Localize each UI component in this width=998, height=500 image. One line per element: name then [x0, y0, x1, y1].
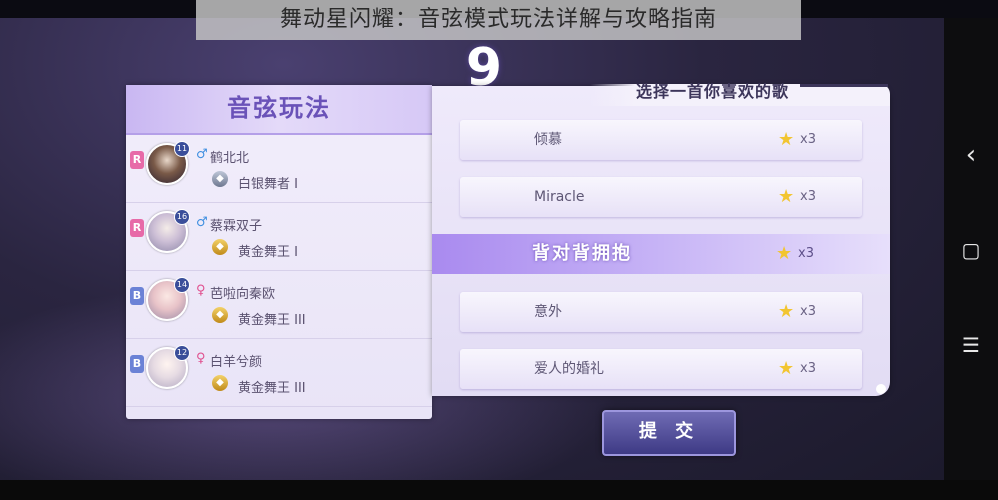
level-badge: 14 — [174, 277, 190, 293]
song-name: Miracle — [534, 189, 585, 205]
level-badge: 16 — [174, 209, 190, 225]
players-panel: 音弦玩法 R 11 ♂ 鹤北北 ◆ 白银舞者 I R 16 ♂ 蔡霖双子 ◆ 黄… — [126, 85, 432, 419]
level-badge: 11 — [174, 141, 190, 157]
submit-button[interactable]: 提 交 — [602, 410, 736, 456]
player-name: 白羊兮颜 — [210, 355, 263, 370]
star-icon: ★ — [778, 186, 795, 207]
star-multiplier: x3 — [798, 246, 814, 261]
star-icon: ★ — [776, 243, 793, 264]
player-name: 鹤北北 — [210, 151, 250, 166]
star-multiplier: x3 — [800, 361, 816, 376]
male-icon: ♂ — [196, 215, 208, 230]
home-icon[interactable]: ▢ — [944, 238, 998, 262]
gold-rank-icon: ◆ — [212, 239, 228, 255]
player-name: 蔡霖双子 — [210, 219, 263, 234]
song-option[interactable]: 倾慕 ★ x3 — [460, 120, 862, 160]
bottom-bezel — [0, 480, 998, 500]
team-badge: R — [130, 219, 144, 237]
menu-icon[interactable]: ☰ — [944, 333, 998, 357]
star-icon: ★ — [778, 129, 795, 150]
song-option[interactable]: Miracle ★ x3 — [460, 177, 862, 217]
star-icon: ★ — [778, 301, 795, 322]
song-option[interactable]: 爱人的婚礼 ★ x3 — [460, 349, 862, 389]
song-name: 背对背拥抱 — [532, 243, 632, 264]
song-name: 爱人的婚礼 — [534, 361, 604, 377]
female-icon: ♀ — [196, 283, 206, 298]
system-nav-bar: ‹ ▢ ☰ — [944, 18, 998, 480]
star-multiplier: x3 — [800, 132, 816, 147]
star-icon: ★ — [778, 358, 795, 379]
song-name: 意外 — [534, 304, 562, 320]
player-rank: 黄金舞王 III — [238, 313, 306, 328]
male-icon: ♂ — [196, 147, 208, 162]
silver-rank-icon: ◆ — [212, 171, 228, 187]
mode-title: 音弦玩法 — [126, 85, 432, 135]
scroll-indicator[interactable] — [876, 384, 886, 394]
level-badge: 12 — [174, 345, 190, 361]
song-option-selected[interactable]: 背对背拥抱 ★ x3 — [432, 234, 890, 274]
player-row[interactable]: B 14 ♀ 芭啦向秦欧 ◆ 黄金舞王 III — [126, 271, 432, 339]
caption-banner: 舞动星闪耀：音弦模式玩法详解与攻略指南 — [196, 0, 801, 40]
gold-rank-icon: ◆ — [212, 307, 228, 323]
player-row[interactable]: B 12 ♀ 白羊兮颜 ◆ 黄金舞王 III — [126, 339, 432, 407]
female-icon: ♀ — [196, 351, 206, 366]
player-name: 芭啦向秦欧 — [210, 287, 276, 302]
player-rank: 黄金舞王 III — [238, 381, 306, 396]
song-option[interactable]: 意外 ★ x3 — [460, 292, 862, 332]
team-badge: R — [130, 151, 144, 169]
player-rank: 白银舞者 I — [238, 177, 298, 192]
song-name: 倾慕 — [534, 132, 562, 148]
gold-rank-icon: ◆ — [212, 375, 228, 391]
header-accent-line — [800, 84, 888, 87]
player-row[interactable]: R 16 ♂ 蔡霖双子 ◆ 黄金舞王 I — [126, 203, 432, 271]
star-multiplier: x3 — [800, 304, 816, 319]
star-multiplier: x3 — [800, 189, 816, 204]
team-badge: B — [130, 287, 144, 305]
player-row[interactable]: R 11 ♂ 鹤北北 ◆ 白银舞者 I — [126, 135, 432, 203]
player-rank: 黄金舞王 I — [238, 245, 298, 260]
team-badge: B — [130, 355, 144, 373]
song-panel-title: 选择一首你喜欢的歌 — [636, 82, 790, 101]
back-icon[interactable]: ‹ — [944, 140, 998, 170]
